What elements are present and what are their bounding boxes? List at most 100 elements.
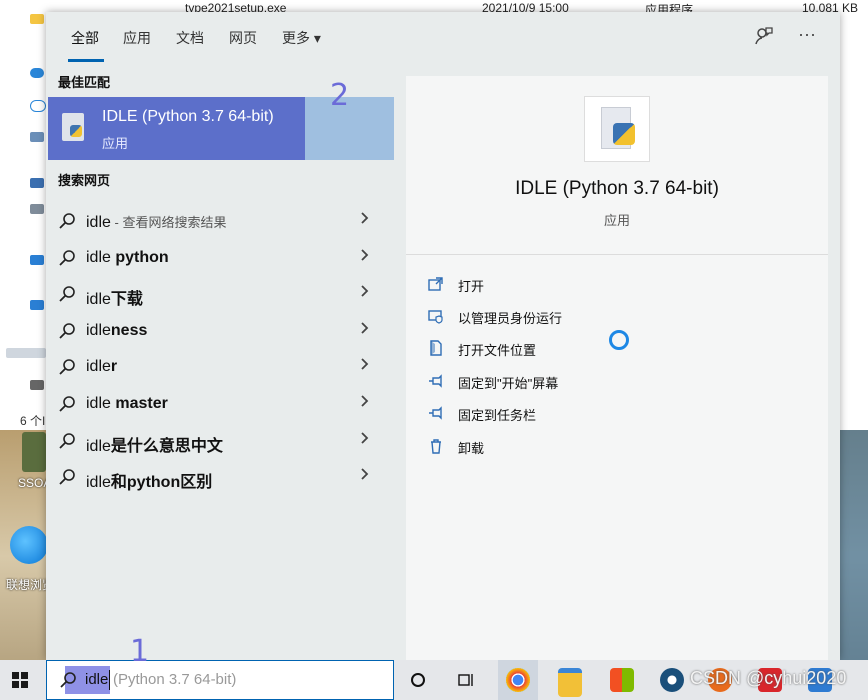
folder-icon	[558, 668, 582, 697]
cortana-button[interactable]	[398, 660, 438, 700]
cortana-circle-icon	[411, 673, 425, 687]
chevron-right-icon[interactable]	[360, 247, 370, 268]
result-query: idle	[86, 437, 111, 455]
best-match-title: IDLE (Python 3.7 64-bit)	[102, 108, 274, 125]
onedrive-icon[interactable]	[30, 68, 44, 78]
app-detail-pane: IDLE (Python 3.7 64-bit) 应用 打开 以管理员身份运行 …	[406, 76, 828, 660]
app-icon	[660, 668, 684, 692]
store-icon	[610, 668, 634, 692]
annotation-number-2: 2	[330, 78, 350, 113]
action-label: 固定到任务栏	[458, 408, 537, 423]
drive-icon[interactable]	[6, 348, 46, 358]
tab-web[interactable]: 网页	[229, 28, 257, 48]
file-explorer-taskbar-button[interactable]	[550, 660, 590, 700]
file-location-icon	[428, 340, 444, 356]
downloads-icon[interactable]	[30, 255, 44, 265]
result-text: idler	[86, 358, 117, 376]
taskbar-search-box[interactable]: idle (Python 3.7 64-bit)	[46, 660, 394, 700]
csdn-watermark: CSDN @cyhui2020	[690, 668, 847, 688]
web-search-heading: 搜索网页	[58, 173, 111, 188]
start-button[interactable]	[0, 660, 40, 700]
active-tab-indicator	[68, 59, 104, 62]
result-text: idle和python区别	[86, 468, 212, 492]
chrome-taskbar-button[interactable]	[498, 660, 538, 700]
result-query: idle	[86, 321, 111, 339]
music-icon[interactable]	[30, 300, 44, 310]
more-options-icon[interactable]: ···	[798, 24, 816, 45]
result-text: idle下载	[86, 285, 143, 309]
tab-all[interactable]: 全部	[71, 28, 99, 48]
pc-icon[interactable]	[30, 132, 44, 142]
search-icon	[59, 469, 75, 485]
desktop-right-edge	[840, 430, 868, 660]
search-icon	[60, 672, 76, 688]
ssoa-shortcut-icon[interactable]	[22, 432, 46, 472]
search-icon	[59, 213, 75, 229]
tab-apps[interactable]: 应用	[123, 28, 151, 48]
web-search-result[interactable]: idle是什么意思中文	[46, 424, 394, 460]
chevron-right-icon[interactable]	[360, 430, 370, 451]
trash-icon	[428, 438, 444, 454]
web-search-result[interactable]: idle master	[46, 387, 394, 423]
idle-app-icon	[62, 113, 84, 141]
search-icon	[59, 322, 75, 339]
web-search-result[interactable]: idle和python区别	[46, 460, 394, 496]
pin-icon	[428, 373, 444, 389]
result-query: idle	[86, 395, 116, 412]
app-taskbar-button[interactable]	[652, 660, 692, 700]
windows-logo-icon	[12, 672, 28, 688]
web-search-result[interactable]: idle下载	[46, 277, 394, 313]
search-tabs: 全部 应用 文档 网页 更多 ▾ ···	[46, 12, 840, 64]
pin-icon	[428, 405, 444, 421]
store-taskbar-button[interactable]	[602, 660, 642, 700]
web-search-result[interactable]: idle - 查看网络搜索结果	[46, 204, 394, 240]
web-search-result[interactable]: idle python	[46, 241, 394, 277]
chevron-right-icon[interactable]	[360, 210, 370, 231]
result-query: idle	[86, 248, 116, 266]
feedback-icon[interactable]	[754, 26, 774, 51]
web-search-result[interactable]: idleness	[46, 314, 394, 350]
chevron-right-icon[interactable]	[360, 320, 370, 341]
chevron-right-icon[interactable]	[360, 356, 370, 377]
search-icon	[59, 249, 75, 266]
tab-more[interactable]: 更多 ▾	[282, 28, 321, 48]
chevron-right-icon[interactable]	[360, 283, 370, 304]
cloud-icon[interactable]	[30, 100, 46, 112]
result-text: idle是什么意思中文	[86, 432, 223, 456]
result-query: idle	[86, 291, 111, 309]
documents-icon[interactable]	[30, 204, 44, 214]
result-completion: ness	[110, 321, 148, 339]
pictures-icon[interactable]	[30, 178, 44, 188]
task-view-button[interactable]	[446, 660, 486, 700]
explorer-status-bar: 6 个I	[20, 414, 46, 428]
best-match-heading: 最佳匹配	[58, 75, 111, 90]
folder-icon[interactable]	[30, 14, 44, 24]
result-query: idle	[86, 358, 111, 376]
detail-app-type: 应用	[603, 213, 630, 228]
search-icon	[59, 286, 75, 302]
chevron-right-icon[interactable]	[360, 466, 370, 487]
action-label: 卸载	[458, 441, 485, 456]
chrome-icon	[506, 668, 530, 692]
result-completion: r	[110, 358, 118, 376]
result-query: idle	[86, 214, 111, 231]
tab-documents[interactable]: 文档	[176, 28, 204, 48]
web-search-result[interactable]: idler	[46, 350, 394, 386]
search-icon	[59, 432, 75, 449]
result-completion: 是什么意思中文	[110, 437, 223, 455]
network-icon[interactable]	[30, 380, 44, 390]
action-label: 固定到"开始"屏幕	[458, 376, 559, 391]
idle-large-app-icon	[584, 96, 650, 162]
open-icon	[428, 276, 444, 292]
result-text: idleness	[86, 322, 147, 340]
chevron-right-icon[interactable]	[360, 393, 370, 414]
explorer-nav-pane	[0, 0, 46, 430]
text-caret	[109, 670, 110, 690]
result-text: idle master	[86, 395, 168, 413]
lenovo-browser-icon[interactable]	[10, 526, 48, 564]
result-text: idle - 查看网络搜索结果	[86, 212, 226, 232]
task-view-icon	[458, 674, 473, 686]
detail-divider	[406, 254, 828, 255]
action-label: 打开文件位置	[458, 343, 537, 358]
annotation-number-1: 1	[130, 634, 150, 669]
